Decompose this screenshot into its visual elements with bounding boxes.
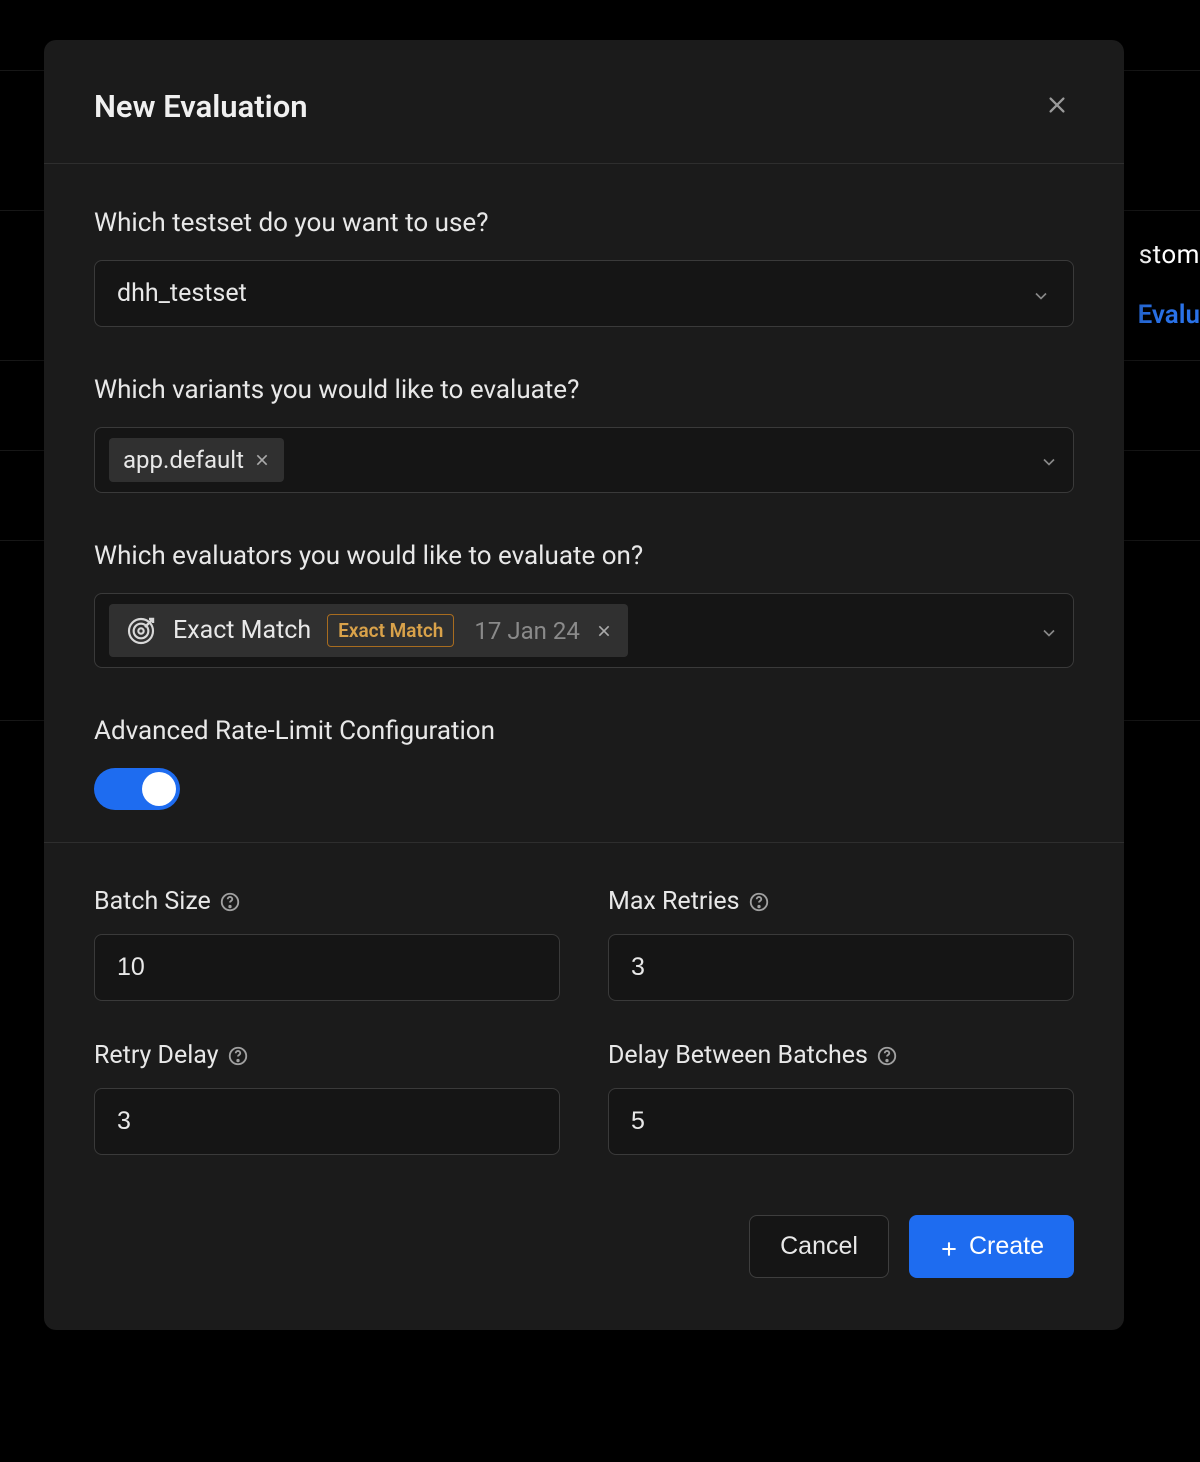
evaluators-label: Which evaluators you would like to evalu…: [94, 541, 1074, 571]
chevron-down-icon: [1039, 450, 1059, 470]
variants-label: Which variants you would like to evaluat…: [94, 375, 1074, 405]
delay-between-batches-label: Delay Between Batches: [608, 1041, 1074, 1070]
help-icon[interactable]: [227, 1045, 249, 1067]
variants-select[interactable]: app.default: [94, 427, 1074, 493]
evaluator-type-badge: Exact Match: [327, 614, 454, 647]
cancel-button[interactable]: Cancel: [749, 1215, 889, 1278]
close-button[interactable]: [1040, 88, 1074, 125]
testset-select[interactable]: dhh_testset: [94, 260, 1074, 327]
evaluator-chip: Exact Match Exact Match 17 Jan 24: [109, 604, 628, 657]
help-icon[interactable]: [876, 1045, 898, 1067]
batch-size-input[interactable]: [94, 934, 560, 1001]
evaluators-select[interactable]: Exact Match Exact Match 17 Jan 24: [94, 593, 1074, 668]
variant-chip: app.default: [109, 438, 284, 482]
chevron-down-icon: [1039, 621, 1059, 641]
target-icon: [125, 615, 157, 647]
close-icon: [1046, 94, 1068, 119]
chip-remove-button[interactable]: [254, 452, 270, 468]
advanced-config-label: Advanced Rate-Limit Configuration: [94, 716, 1074, 746]
plus-icon: [939, 1237, 959, 1257]
delay-between-batches-input[interactable]: [608, 1088, 1074, 1155]
help-icon[interactable]: [748, 891, 770, 913]
advanced-toggle[interactable]: [94, 768, 180, 810]
batch-size-label: Batch Size: [94, 887, 560, 916]
modal-title: New Evaluation: [94, 88, 308, 125]
background-text: stom: [1139, 240, 1200, 270]
retry-delay-input[interactable]: [94, 1088, 560, 1155]
testset-label: Which testset do you want to use?: [94, 208, 1074, 238]
create-button-label: Create: [969, 1232, 1044, 1261]
evaluator-date: 17 Jan 24: [474, 617, 579, 645]
help-icon[interactable]: [219, 891, 241, 913]
create-button[interactable]: Create: [909, 1215, 1074, 1278]
testset-value: dhh_testset: [117, 279, 247, 308]
chevron-down-icon: [1031, 284, 1051, 304]
max-retries-input[interactable]: [608, 934, 1074, 1001]
retry-delay-label: Retry Delay: [94, 1041, 560, 1070]
background-link-text: Evalu: [1138, 300, 1200, 330]
chip-remove-button[interactable]: [596, 623, 612, 639]
variant-chip-label: app.default: [123, 446, 244, 474]
evaluator-name: Exact Match: [173, 616, 311, 645]
max-retries-label: Max Retries: [608, 887, 1074, 916]
new-evaluation-modal: New Evaluation Which testset do you want…: [44, 40, 1124, 1330]
divider: [44, 842, 1124, 843]
modal-header: New Evaluation: [44, 40, 1124, 164]
